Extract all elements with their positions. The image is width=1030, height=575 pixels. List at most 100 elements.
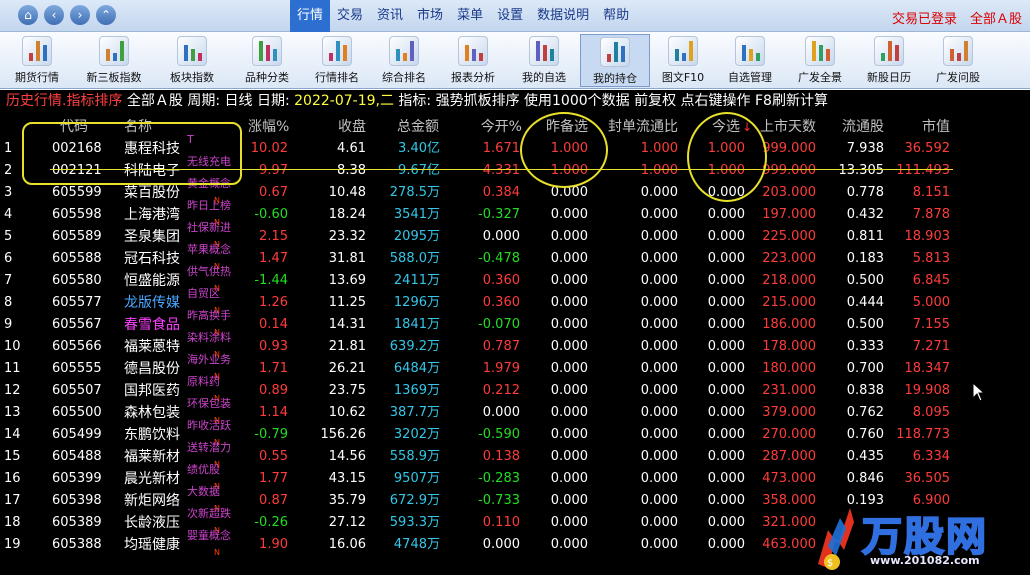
column-header-10[interactable]: 流通股 (830, 116, 884, 138)
column-header-11[interactable]: 市值 (900, 116, 950, 138)
market-cap: 111.493 (896, 163, 950, 178)
listed-days: 180.000 (762, 361, 816, 376)
concept-tag: 供气供热 (187, 265, 231, 278)
column-header-3[interactable]: 收盘 (320, 116, 366, 138)
toolbar-label: 自选管理 (728, 71, 772, 84)
toolbar-button-1[interactable]: 新三板指数 (74, 34, 154, 87)
toolbar-button-7[interactable]: 我的自选 (510, 34, 578, 87)
stock-name: 森林包装 (124, 405, 180, 421)
open-pct: 0.110 (482, 515, 520, 530)
table-row[interactable]: 5 605589 圣泉集团 2.15 23.32 2095万 0.000 0.000 0.000… (0, 222, 960, 250)
market-cap: 7.155 (912, 317, 950, 332)
menu-item-7[interactable]: 帮助 (596, 0, 636, 32)
table-row[interactable]: 15 605488 福莱新材 0.55 14.56 558.9万 0.138 0.000 0.0… (0, 442, 960, 470)
menu-item-4[interactable]: 菜单 (450, 0, 490, 32)
table-row[interactable]: 14 605499 东鹏饮料 -0.79 156.26 3202万 -0.590 0.000 0… (0, 420, 960, 448)
concept-tag: 环保包装 (187, 397, 231, 410)
listed-days: 223.000 (762, 251, 816, 266)
trade-status-link[interactable]: 交易已登录 (892, 8, 957, 27)
toolbar-button-4[interactable]: 行情排名 (304, 34, 370, 87)
yesterday-pick: 0.000 (550, 449, 588, 464)
toolbar-label: 品种分类 (245, 71, 289, 84)
close-price: 23.32 (328, 229, 366, 244)
history-label[interactable]: 历史行情.指标排序 (6, 93, 122, 109)
concept-tag: 苹果概念 (187, 243, 231, 256)
total-amount: 9.67亿 (398, 163, 440, 178)
toolbar-button-11[interactable]: 广发全景 (786, 34, 854, 87)
total-amount: 1296万 (393, 295, 440, 310)
menu-item-0[interactable]: 行情 (290, 0, 331, 32)
table-row[interactable]: 10 605566 福莱蒽特 0.93 21.81 639.2万 0.787 0.000 0.0… (0, 332, 960, 360)
stock-code: 605577 (52, 295, 102, 310)
toolbar-button-9[interactable]: 图文F10 (652, 34, 714, 87)
toolbar-button-2[interactable]: 板块指数 (158, 34, 226, 87)
column-header-7[interactable]: 封单流通比 (596, 116, 678, 138)
yesterday-pick: 0.000 (550, 207, 588, 222)
float-shares: 0.435 (846, 449, 884, 464)
collapse-icon[interactable]: ⌃ (96, 5, 116, 25)
change-pct: 10.02 (250, 141, 288, 156)
today-pick: 0.000 (707, 339, 745, 354)
menu-item-1[interactable]: 交易 (330, 0, 370, 32)
menu-item-6[interactable]: 数据说明 (530, 0, 596, 32)
change-pct: 2.15 (259, 229, 288, 244)
toolbar-button-5[interactable]: 综合排名 (372, 34, 436, 87)
stock-code: 605389 (52, 515, 102, 530)
stock-code: 605398 (52, 493, 102, 508)
back-icon[interactable]: ‹ (44, 5, 64, 25)
market-filter-link[interactable]: 全部Ａ股 (970, 8, 1022, 27)
home-icon[interactable]: ⌂ (18, 5, 38, 25)
toolbar-button-13[interactable]: 广发问股 (924, 34, 992, 87)
toolbar-button-3[interactable]: 品种分类 (232, 34, 302, 87)
toolbar-icon-5 (389, 36, 419, 66)
open-pct: 0.000 (482, 405, 520, 420)
table-row[interactable]: 6 605588 冠石科技 1.47 31.81 588.0万 -0.478 0.000 0.0… (0, 244, 960, 272)
column-header-4[interactable]: 总金额 (390, 116, 439, 138)
menu-item-3[interactable]: 市场 (410, 0, 450, 32)
toolbar-button-12[interactable]: 新股日历 (856, 34, 922, 87)
table-row[interactable]: 16 605399 晨光新材 1.77 43.15 9507万 -0.283 0.000 0.0… (0, 464, 960, 492)
float-shares: 0.444 (846, 295, 884, 310)
yesterday-pick: 0.000 (550, 471, 588, 486)
toolbar-button-10[interactable]: 自选管理 (716, 34, 784, 87)
change-pct: 0.55 (259, 449, 288, 464)
toolbar-icon-6 (458, 36, 488, 66)
seal-ratio: 0.000 (640, 207, 678, 222)
toolbar-button-0[interactable]: 期货行情 (4, 34, 70, 87)
table-row[interactable]: 3 605599 菜百股份 0.67 10.48 278.5万 0.384 0.000 0.00… (0, 178, 960, 206)
toolbar-icon-2 (177, 36, 207, 66)
market-cap: 7.271 (912, 339, 950, 354)
float-shares: 0.760 (846, 427, 884, 442)
table-row[interactable]: 11 605555 德昌股份 1.71 26.21 6484万 1.979 0.000 0.00… (0, 354, 960, 382)
stock-name: 菜百股份 (124, 185, 180, 201)
table-row[interactable]: 13 605500 森林包装 1.14 10.62 387.7万 0.000 0.000 0.0… (0, 398, 960, 426)
indicator-info: 指标: 强势抓板排序 使用1000个数据 前复权 点右键操作 F8刷新计算 (393, 93, 828, 109)
toolbar-label: 行情排名 (315, 71, 359, 84)
toolbar-button-8[interactable]: 我的持仓 (580, 34, 650, 87)
table-row[interactable]: 7 605580 恒盛能源 -1.44 13.69 2411万 0.360 0.000 0.00… (0, 266, 960, 294)
menu-item-2[interactable]: 资讯 (370, 0, 410, 32)
seal-ratio: 0.000 (640, 229, 678, 244)
change-pct: 1.71 (259, 361, 288, 376)
table-row[interactable]: 8 605577 龙版传媒 1.26 11.25 1296万 0.360 0.000 0.000… (0, 288, 960, 316)
yesterday-pick: 0.000 (550, 537, 588, 552)
stock-code: 605499 (52, 427, 102, 442)
table-row[interactable]: 9 605567 春雪食品 0.14 14.31 1841万 -0.070 0.000 0.00… (0, 310, 960, 338)
toolbar-button-6[interactable]: 报表分析 (438, 34, 508, 87)
row-index: 7 (4, 273, 13, 288)
total-amount: 1841万 (393, 317, 440, 332)
listed-days: 463.000 (762, 537, 816, 552)
column-header-2[interactable]: 涨幅% (248, 116, 289, 138)
column-header-5[interactable]: 今开% (470, 116, 522, 138)
table-row[interactable]: 4 605598 上海港湾 -0.60 18.24 3541万 -0.327 0.000 0.0… (0, 200, 960, 228)
forward-icon[interactable]: › (70, 5, 90, 25)
open-pct: 0.000 (482, 537, 520, 552)
menu-item-5[interactable]: 设置 (490, 0, 530, 32)
date-value: 2022-07-19,二 (294, 93, 394, 109)
market-cap: 18.347 (904, 361, 951, 376)
yesterday-pick: 0.000 (550, 229, 588, 244)
today-pick: 0.000 (707, 449, 745, 464)
seal-ratio: 0.000 (640, 471, 678, 486)
table-row[interactable]: 12 605507 国邦医药 0.89 23.75 1369万 0.212 0.000 0.00… (0, 376, 960, 404)
close-price: 31.81 (328, 251, 366, 266)
